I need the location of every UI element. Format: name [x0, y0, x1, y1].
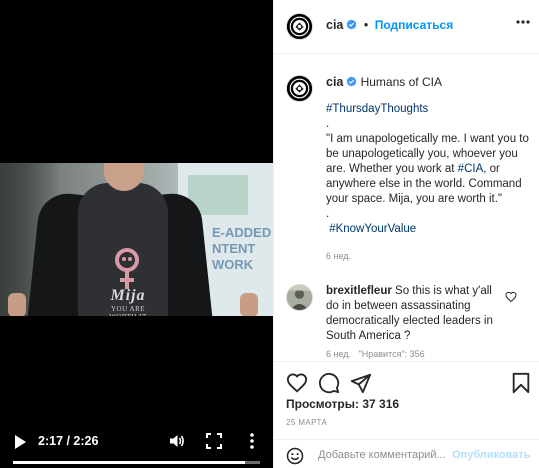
video-person-hand-left: [8, 293, 26, 316]
comment-item: brexitlefleur So this is what y'all do i…: [326, 284, 506, 344]
hashtag-link[interactable]: #KnowYourValue: [329, 223, 416, 235]
header-username[interactable]: cia: [326, 18, 343, 32]
publish-button[interactable]: Опубликовать: [452, 449, 531, 461]
hashtag-link[interactable]: #CIA: [458, 163, 484, 175]
comment-input[interactable]: [318, 447, 446, 463]
user-photo-icon: [287, 285, 312, 310]
comment-icon[interactable]: [318, 372, 340, 394]
venus-symbol-icon: [115, 248, 139, 289]
caption-username[interactable]: cia: [326, 75, 343, 89]
bookmark-icon[interactable]: [510, 372, 532, 394]
fullscreen-icon[interactable]: [206, 433, 222, 449]
like-comment-heart-icon[interactable]: [505, 291, 517, 303]
post-date[interactable]: 25 МАРТА: [286, 418, 327, 427]
post-header: cia • Подписаться: [274, 0, 539, 54]
video-time: 2:17 / 2:26: [38, 434, 99, 448]
caption-dot: .: [326, 208, 330, 220]
emoji-icon[interactable]: [286, 447, 304, 465]
avatar[interactable]: [286, 13, 313, 40]
header-separator: •: [363, 18, 369, 32]
views-count[interactable]: Просмотры: 37 316: [286, 397, 399, 411]
comment-form: Опубликовать: [274, 439, 539, 468]
heart-icon[interactable]: [286, 372, 308, 394]
video-frame[interactable]: E-ADDED NTENT WORK Mija YOU ARE WORTH IT: [0, 163, 273, 316]
more-vertical-icon[interactable]: [248, 432, 256, 450]
video-controls: 2:17 / 2:26: [0, 428, 273, 468]
caption-author-note: Humans of CIA: [360, 75, 442, 89]
hashtag-link[interactable]: #ThursdayThoughts: [326, 103, 428, 115]
video-shirt-subtext: YOU ARE WORTH IT: [109, 305, 146, 316]
comment-meta: 6 нед. "Нравится": 356: [326, 349, 425, 359]
cia-seal-icon: [287, 14, 312, 39]
caption-quote: "I am unapologetically me. I want you to…: [326, 132, 531, 207]
video-progress-bar[interactable]: [13, 461, 260, 464]
video-person-hand-right: [240, 293, 258, 316]
verified-badge-icon: [347, 19, 357, 30]
volume-icon[interactable]: [169, 433, 185, 449]
video-wall-text: E-ADDED NTENT WORK: [212, 225, 272, 272]
caption-dot: .: [326, 118, 330, 130]
video-shirt-text: Mija: [110, 287, 146, 304]
header-user-row: cia • Подписаться: [326, 18, 453, 32]
video-player[interactable]: E-ADDED NTENT WORK Mija YOU ARE WORTH IT…: [0, 0, 273, 468]
comment-username[interactable]: brexitlefleur: [326, 285, 392, 297]
caption-timestamp[interactable]: 6 нед.: [326, 249, 531, 264]
more-horizontal-icon[interactable]: [516, 20, 530, 24]
video-progress-fill: [13, 461, 246, 464]
post-actions: Просмотры: 37 316 25 МАРТА Опубликовать: [274, 361, 539, 468]
comments-scroll-area[interactable]: cia Humans of CIA #ThursdayThoughts . "I…: [274, 55, 539, 360]
avatar[interactable]: [286, 284, 313, 311]
play-icon[interactable]: [13, 434, 27, 450]
cia-seal-icon: [287, 76, 312, 101]
avatar[interactable]: [286, 75, 313, 102]
post-sidebar: cia • Подписаться cia Humans of CIA #Thu…: [273, 0, 539, 468]
share-icon[interactable]: [350, 372, 372, 394]
post-caption: cia Humans of CIA #ThursdayThoughts . "I…: [326, 75, 531, 264]
follow-button[interactable]: Подписаться: [375, 18, 453, 32]
verified-badge-icon: [347, 76, 357, 87]
